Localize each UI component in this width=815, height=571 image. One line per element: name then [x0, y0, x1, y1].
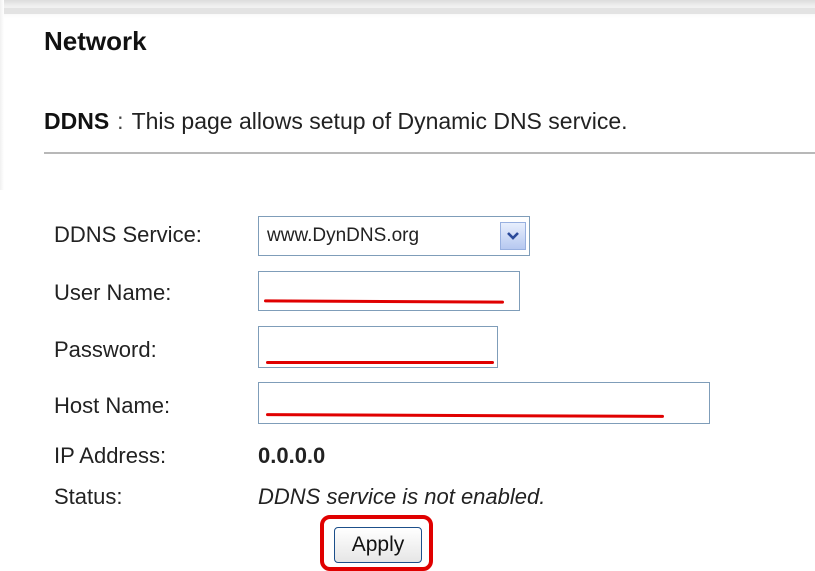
host-name-label: Host Name:: [54, 393, 171, 418]
page-title: Network: [44, 26, 147, 56]
apply-button[interactable]: Apply: [334, 527, 422, 563]
password-label: Password:: [54, 337, 157, 362]
divider: [44, 152, 815, 154]
ddns-service-value: www.DynDNS.org: [267, 225, 420, 246]
status-label: Status:: [54, 484, 123, 509]
status-value: DDNS service is not enabled.: [258, 484, 546, 509]
description-key: DDNS: [44, 108, 110, 134]
ddns-service-select[interactable]: www.DynDNS.org: [258, 216, 530, 256]
user-name-label: User Name:: [54, 280, 172, 305]
ddns-service-label: DDNS Service:: [54, 222, 202, 247]
user-name-field[interactable]: [258, 271, 520, 311]
description-separator: :: [117, 108, 124, 134]
page-description: DDNS: This page allows setup of Dynamic D…: [44, 108, 628, 135]
left-edge: [0, 0, 4, 190]
ip-address-value: 0.0.0.0: [258, 443, 326, 468]
redaction-mark: [266, 361, 494, 364]
top-border: [0, 8, 815, 14]
description-text: This page allows setup of Dynamic DNS se…: [131, 108, 628, 134]
chevron-down-icon[interactable]: [500, 222, 526, 250]
ip-address-label: IP Address:: [54, 443, 167, 468]
